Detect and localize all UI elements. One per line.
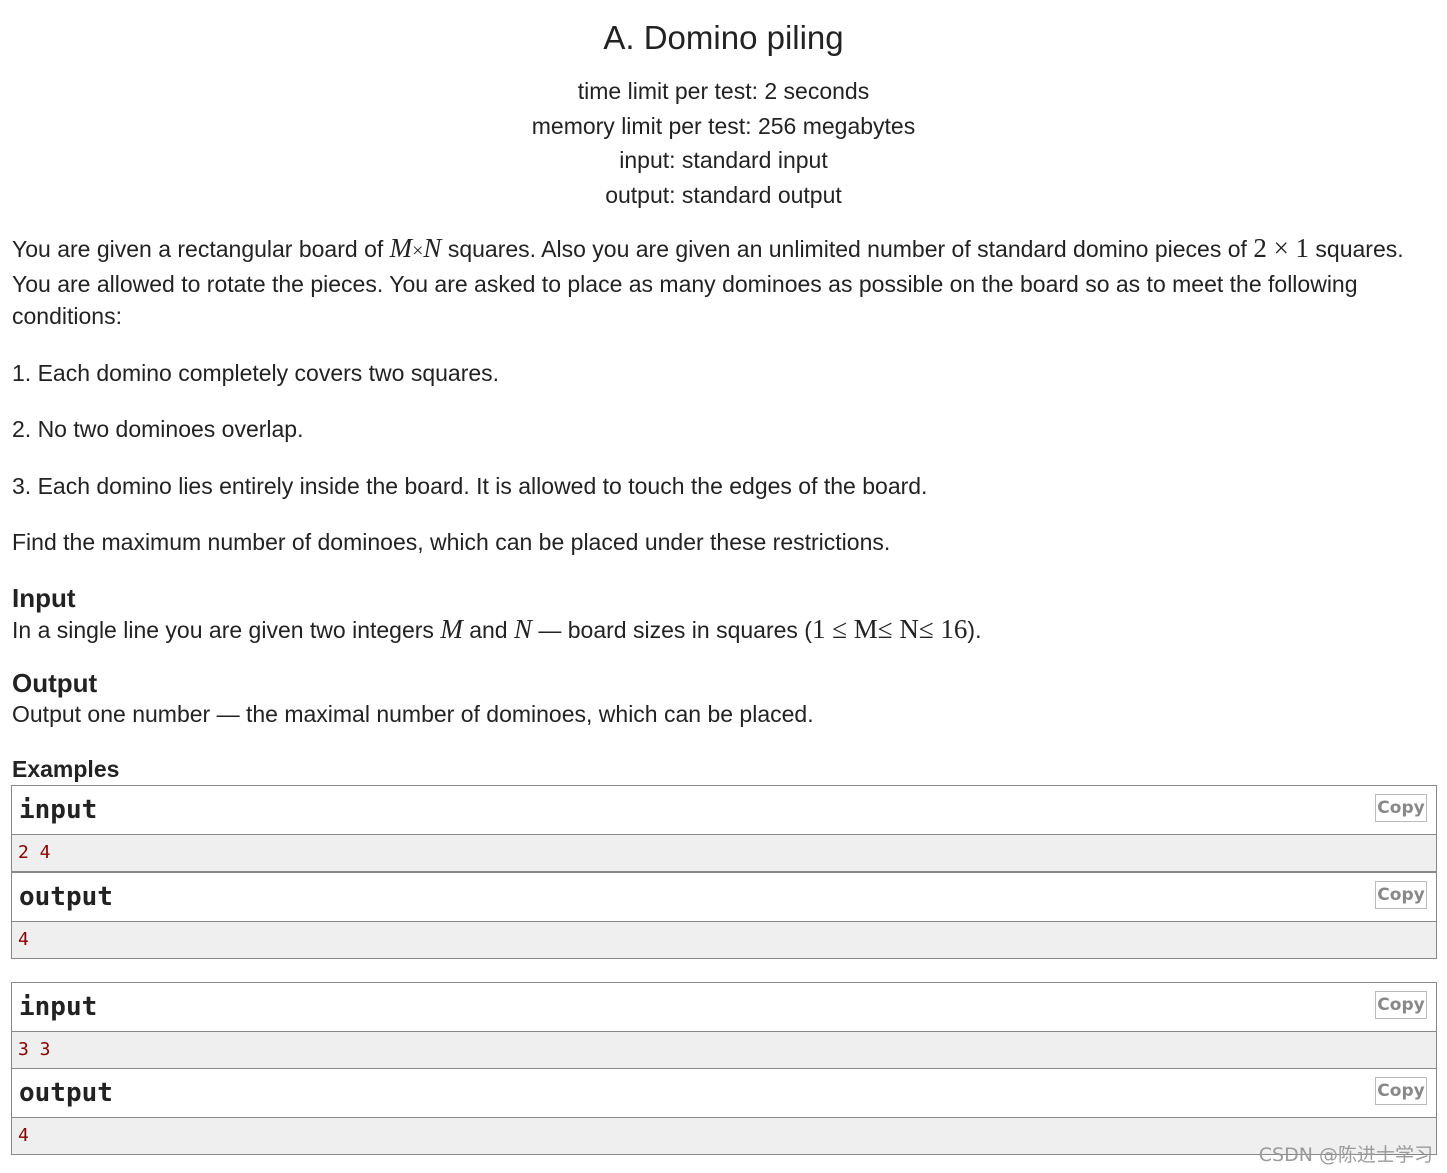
copy-input-button[interactable]: Copy xyxy=(1375,793,1427,822)
output-label: output xyxy=(19,881,113,912)
copy-output-button[interactable]: Copy xyxy=(1375,880,1427,909)
input-section: Input In a single line you are given two… xyxy=(12,583,1437,647)
problem-title: A. Domino piling xyxy=(603,19,844,56)
input-file: input: standard input xyxy=(619,147,828,173)
copy-input-button[interactable]: Copy xyxy=(1375,990,1427,1019)
sample-output-header: output Copy xyxy=(12,1068,1436,1118)
sample-test-2: input Copy 3 3 output Copy 4 xyxy=(11,981,1437,1155)
sample-output-value: 4 xyxy=(18,1124,29,1146)
sample-test-1: input Copy 2 4 output Copy 4 xyxy=(11,784,1437,959)
time-limit: time limit per test: 2 seconds xyxy=(577,78,870,104)
input-description: In a single line you are given two integ… xyxy=(12,613,982,644)
task-text: Find the maximum number of dominoes, whi… xyxy=(12,529,891,555)
sample-input-body: 3 3 xyxy=(12,1031,1436,1069)
sample-input-value: 2 4 xyxy=(18,841,51,863)
output-section: Output Output one number — the maximal n… xyxy=(12,668,1437,731)
examples-section: Examples input Copy 2 4 output Copy 4 in… xyxy=(11,755,1437,1155)
sample-output-body: 4 xyxy=(12,1117,1436,1154)
condition-3: 3. Each domino lies entirely inside the … xyxy=(12,472,928,499)
math-m-times-n: M×N xyxy=(389,233,442,263)
math-domino-size: 2 × 1 xyxy=(1253,233,1310,263)
problem-statement: You are given a rectangular board of M×N… xyxy=(11,232,1437,1155)
input-label: input xyxy=(19,991,98,1022)
legend-paragraph: You are given a rectangular board of M×N… xyxy=(12,232,1437,333)
output-section-title: Output xyxy=(12,668,98,698)
sample-input-header: input Copy xyxy=(12,982,1436,1032)
sample-output-body: 4 xyxy=(12,921,1436,958)
sample-input-header: input Copy xyxy=(12,785,1436,835)
legend-text: You are given a rectangular board of xyxy=(12,236,390,262)
examples-title: Examples xyxy=(12,755,120,782)
condition-2: 2. No two dominoes overlap. xyxy=(12,416,304,442)
input-section-title: Input xyxy=(12,582,76,613)
condition-1: 1. Each domino completely covers two squ… xyxy=(12,359,500,386)
sample-input-body: 2 4 xyxy=(12,834,1436,873)
sample-input-value: 3 3 xyxy=(18,1038,51,1060)
watermark: CSDN @陈进士学习 xyxy=(1258,1144,1433,1166)
memory-limit: memory limit per test: 256 megabytes xyxy=(531,112,916,139)
sample-output-value: 4 xyxy=(18,928,29,950)
problem-header: A. Domino piling time limit per test: 2 … xyxy=(0,0,1447,212)
copy-output-button[interactable]: Copy xyxy=(1375,1076,1427,1105)
input-label: input xyxy=(19,794,98,825)
output-description: Output one number — the maximal number o… xyxy=(12,701,814,727)
sample-output-header: output Copy xyxy=(12,872,1436,922)
legend-text: squares. Also you are given an unlimited… xyxy=(441,236,1254,262)
constraint: 1 ≤ M≤ N≤ 16 xyxy=(811,613,968,644)
output-label: output xyxy=(19,1077,113,1108)
output-file: output: standard output xyxy=(605,181,842,208)
